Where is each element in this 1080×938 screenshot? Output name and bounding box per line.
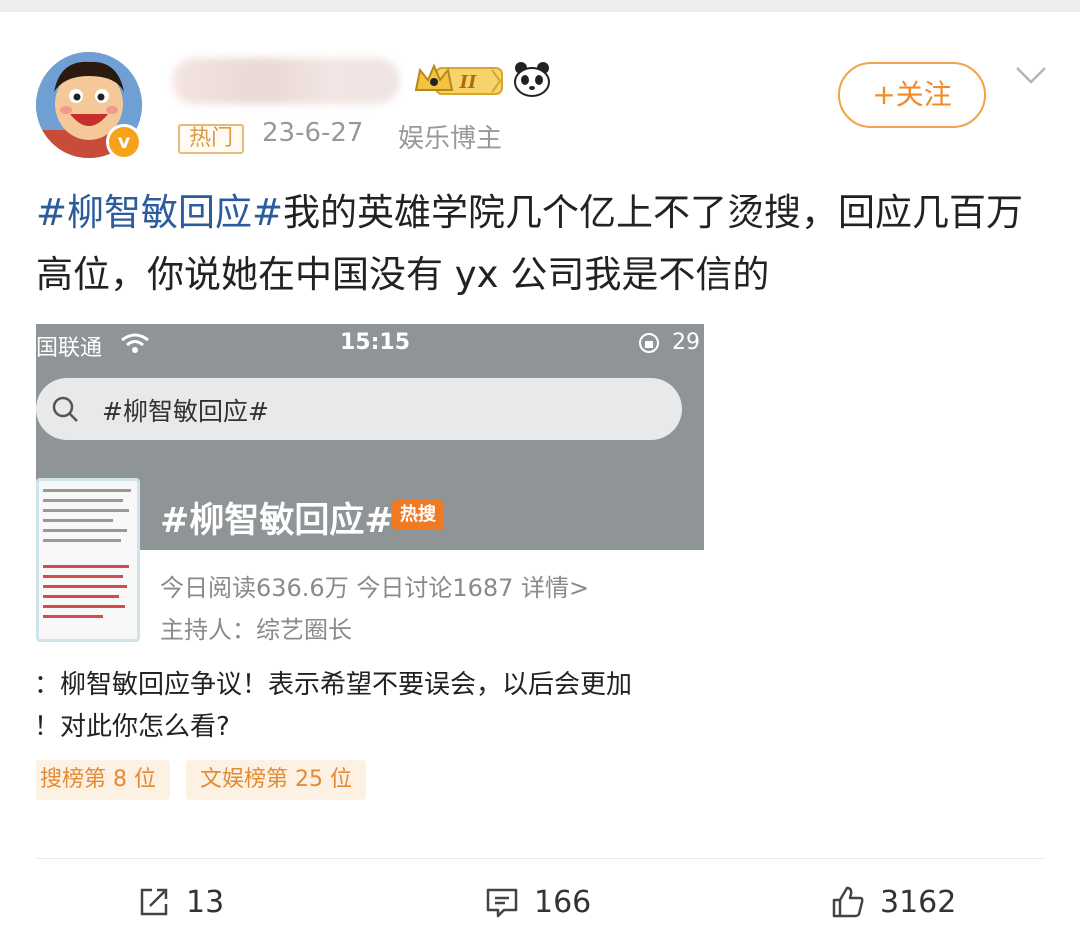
- comment-count: 166: [534, 884, 592, 920]
- comment-button[interactable]: 166: [484, 880, 591, 924]
- rank-badge-entertainment: 文娱榜第 25 位: [186, 760, 366, 800]
- panda-icon: [512, 60, 552, 98]
- share-count: 13: [186, 884, 225, 920]
- post-text: #柳智敏回应#我的英雄学院几个亿上不了烫搜，回应几百万高位，你说她在中国没有 y…: [36, 182, 1046, 306]
- comment-icon: [486, 888, 518, 918]
- top-strip: [0, 0, 1080, 12]
- crown-level-icon[interactable]: II: [414, 62, 506, 98]
- embedded-news-text: ：柳智敏回应争议！表示希望不要误会，以后会更加 ！对此你怎么看?: [36, 664, 704, 748]
- status-battery: 29: [672, 330, 700, 355]
- author-role: 娱乐博主: [398, 124, 503, 154]
- embedded-news-line-2: ！对此你怎么看?: [36, 712, 230, 742]
- divider: [36, 858, 1046, 859]
- level-text: II: [459, 72, 477, 93]
- chevron-down-icon[interactable]: [1014, 62, 1048, 88]
- post-hashtag-link[interactable]: #柳智敏回应#: [36, 191, 283, 234]
- embedded-news-line-1: ：柳智敏回应争议！表示希望不要误会，以后会更加: [36, 670, 633, 700]
- username-blurred[interactable]: [172, 58, 400, 104]
- follow-button[interactable]: +关注: [838, 62, 986, 128]
- post-date: 23-6-27: [262, 118, 364, 148]
- wifi-icon: [120, 332, 150, 354]
- embedded-search-text: #柳智敏回应#: [102, 397, 269, 426]
- topic-thumbnail: [36, 478, 140, 642]
- post-image[interactable]: 国联通 15:15 29 #柳智敏回应# #柳智敏回应# 热搜 今日阅读636.…: [36, 324, 704, 820]
- embedded-search-bar: #柳智敏回应#: [36, 378, 682, 440]
- status-time: 15:15: [340, 330, 411, 355]
- verified-icon: v: [106, 124, 142, 160]
- hot-tag: 热门: [178, 124, 244, 154]
- search-icon: [50, 394, 80, 424]
- like-icon: [832, 886, 864, 918]
- like-button[interactable]: 3162: [830, 880, 956, 924]
- topic-title: #柳智敏回应#: [160, 501, 394, 541]
- rank-badge-hot-search: 搜榜第 8 位: [36, 760, 170, 800]
- share-icon: [140, 888, 168, 916]
- topic-stats: 今日阅读636.6万 今日讨论1687 详情>: [160, 574, 590, 602]
- like-count: 3162: [880, 884, 957, 920]
- share-button[interactable]: 13: [136, 880, 224, 924]
- hot-search-badge: 热搜: [392, 500, 444, 530]
- topic-host: 主持人：综艺圈长: [160, 616, 352, 644]
- screen-lock-icon: [638, 332, 660, 354]
- status-carrier: 国联通: [36, 336, 103, 361]
